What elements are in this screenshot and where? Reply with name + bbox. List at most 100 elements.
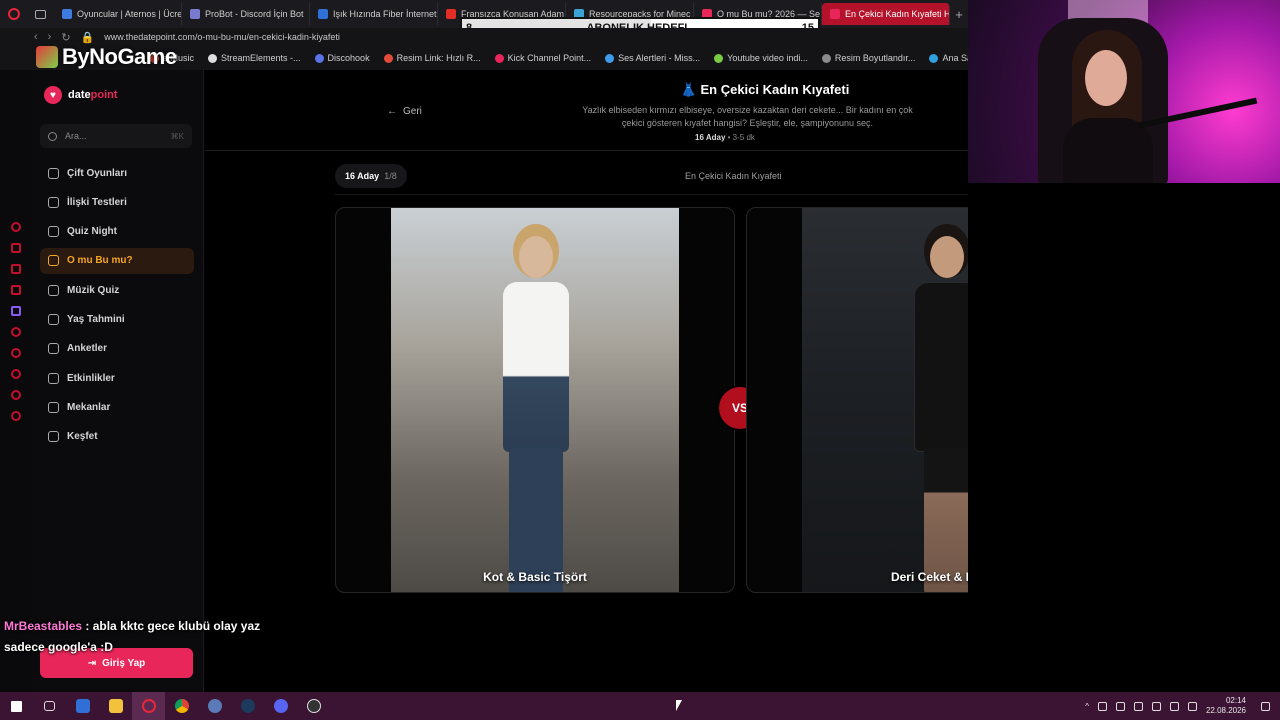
browser-tab[interactable]: ProBot - Discord İçin Bot bbox=[182, 3, 310, 25]
tray-mic-icon[interactable] bbox=[1133, 701, 1143, 711]
tray-volume-icon[interactable] bbox=[1169, 701, 1179, 711]
sidebar-nav-item[interactable]: Keşfet bbox=[40, 424, 194, 450]
browser-tab-label: En Çekici Kadın Kıyafeti Ha bbox=[845, 9, 950, 19]
duration: 3-5 dk bbox=[732, 133, 755, 142]
chat-icon[interactable] bbox=[11, 390, 21, 400]
sidebar-nav-item[interactable]: O mu Bu mu? bbox=[40, 247, 194, 274]
meta-separator: • bbox=[727, 133, 731, 142]
tray-usb-icon[interactable] bbox=[1115, 701, 1125, 711]
search-placeholder: Ara... bbox=[65, 131, 87, 141]
bookmark-favicon-icon bbox=[929, 53, 939, 63]
reload-icon[interactable]: ↻ bbox=[61, 31, 70, 44]
option-card-a[interactable]: Kot & Basic Tişört bbox=[335, 207, 735, 593]
bookmark-item[interactable]: Kick Channel Point... bbox=[494, 53, 591, 63]
app-icon-1[interactable] bbox=[66, 692, 99, 720]
bookmark-item[interactable]: Resim Link: Hızlı R... bbox=[383, 53, 481, 63]
discord-icon[interactable] bbox=[264, 692, 297, 720]
bookmark-item[interactable]: Ana Sayfa - Ca bbox=[929, 53, 968, 63]
steam-icon[interactable] bbox=[231, 692, 264, 720]
new-tab-button[interactable]: + bbox=[950, 7, 968, 22]
obs-icon[interactable] bbox=[297, 692, 330, 720]
datepoint-logo[interactable]: ♥ datepoint bbox=[44, 86, 118, 104]
mouse-cursor-icon bbox=[676, 700, 682, 711]
tab-favicon-icon bbox=[830, 9, 840, 19]
round-title: En Çekici Kadın Kıyafeti bbox=[685, 171, 782, 181]
nav-item-icon bbox=[48, 372, 59, 384]
file-explorer-icon[interactable] bbox=[99, 692, 132, 720]
chat-message-line1: : abla kktc gece klubü olay yaz bbox=[85, 619, 261, 633]
sidebar-nav-item[interactable]: Etkinlikler bbox=[40, 365, 194, 391]
clock[interactable]: 02:14 22.08.2026 bbox=[1206, 696, 1246, 716]
nav-item-icon bbox=[48, 431, 59, 443]
player-icon[interactable] bbox=[11, 285, 21, 295]
stream-logo-text: ByNoGame bbox=[62, 44, 177, 69]
opera-icon[interactable] bbox=[0, 0, 27, 28]
bookmark-label: Youtube video indi... bbox=[727, 53, 808, 63]
bookmark-item[interactable]: Resim Boyutlandır... bbox=[821, 53, 915, 63]
tray-language-icon[interactable] bbox=[1187, 701, 1197, 711]
history-icon[interactable] bbox=[11, 222, 21, 232]
webcam-overlay bbox=[968, 0, 1280, 183]
back-button[interactable]: ← Geri bbox=[387, 106, 422, 117]
sidebar-nav-item[interactable]: Yaş Tahmini bbox=[40, 306, 194, 332]
bookmark-item[interactable]: Discohook bbox=[314, 53, 370, 63]
sidebar-nav-item[interactable]: Quiz Night bbox=[40, 219, 194, 245]
bookmark-item[interactable]: Youtube video indi... bbox=[714, 53, 808, 63]
bookmark-favicon-icon bbox=[821, 53, 831, 63]
tab-menu-icon[interactable] bbox=[27, 0, 54, 28]
twitch-icon[interactable] bbox=[11, 306, 21, 316]
messages-icon[interactable] bbox=[11, 264, 21, 274]
tab-favicon-icon bbox=[190, 9, 200, 19]
browser-tab[interactable]: Oyuncular | Aternos | Ücret bbox=[54, 3, 182, 25]
tab-favicon-icon bbox=[318, 9, 328, 19]
sidebar-nav-item[interactable]: Anketler bbox=[40, 336, 194, 362]
url-field[interactable]: www.thedatepoint.com/o-mu-bu-mu/en-cekic… bbox=[104, 32, 340, 42]
back-label: Geri bbox=[403, 106, 422, 117]
app-icon-2[interactable] bbox=[198, 692, 231, 720]
bookmark-label: Ana Sayfa - Ca bbox=[942, 53, 968, 63]
sidebar-nav-item[interactable]: Çift Oyunları bbox=[40, 160, 194, 186]
nav-item-icon bbox=[48, 313, 59, 325]
tray-chevron-icon[interactable]: ^ bbox=[1085, 702, 1089, 711]
option-a-figure bbox=[491, 228, 581, 592]
sidebar-nav-item[interactable]: İlişki Testleri bbox=[40, 189, 194, 215]
nav-item-label: Mekanlar bbox=[67, 401, 111, 413]
nav-item-label: O mu Bu mu? bbox=[67, 255, 133, 267]
login-label: Giriş Yap bbox=[102, 657, 146, 669]
nav-item-icon bbox=[48, 284, 59, 296]
tray-network-icon[interactable] bbox=[1151, 701, 1161, 711]
nav-item-label: Çift Oyunları bbox=[67, 167, 128, 179]
x-icon[interactable] bbox=[11, 327, 21, 337]
browser-tab[interactable]: Işık Hızında Fiber İnternet bbox=[310, 3, 438, 25]
add-icon[interactable] bbox=[11, 348, 21, 358]
opera-taskbar-icon[interactable] bbox=[132, 692, 165, 720]
sidebar-nav-item[interactable]: Mekanlar bbox=[40, 394, 194, 420]
bag-icon[interactable] bbox=[11, 243, 21, 253]
stream-logo: ByNoGame bbox=[36, 44, 177, 70]
nav-item-icon bbox=[48, 167, 59, 179]
bookmark-item[interactable]: StreamElements -... bbox=[208, 53, 301, 63]
forward-arrow-icon[interactable]: › bbox=[48, 31, 52, 43]
browser-tab-label: Oyuncular | Aternos | Ücret bbox=[77, 9, 182, 19]
search-input[interactable]: Ara... ⌘K bbox=[40, 124, 192, 148]
nav-item-label: Müzik Quiz bbox=[67, 284, 120, 296]
sidebar-nav-item[interactable]: Müzik Quiz bbox=[40, 277, 194, 303]
option-a-photo bbox=[391, 208, 679, 592]
task-view-icon[interactable] bbox=[33, 692, 66, 720]
candidate-count: 16 Aday bbox=[695, 133, 726, 142]
back-arrow-icon[interactable]: ‹ bbox=[34, 31, 38, 43]
settings-icon[interactable] bbox=[11, 411, 21, 421]
bookmark-item[interactable]: Ses Alertleri - Miss... bbox=[605, 53, 700, 63]
page-description: Yazlık elbiseden kırmızı elbiseye, overs… bbox=[582, 105, 913, 128]
clock-icon[interactable] bbox=[11, 369, 21, 379]
page-title-text: En Çekici Kadın Kıyafeti bbox=[700, 82, 850, 97]
bookmark-label: Discohook bbox=[327, 53, 370, 63]
browser-tab[interactable]: En Çekici Kadın Kıyafeti Ha bbox=[822, 3, 950, 25]
chrome-icon[interactable] bbox=[165, 692, 198, 720]
notifications-icon[interactable] bbox=[1261, 701, 1270, 711]
option-a-caption: Kot & Basic Tişört bbox=[483, 570, 587, 584]
start-button[interactable] bbox=[0, 692, 33, 720]
page-header: ← Geri 👗 En Çekici Kadın Kıyafeti Yazlık… bbox=[205, 70, 968, 151]
tray-app-icon[interactable] bbox=[1097, 701, 1107, 711]
bookmark-label: StreamElements -... bbox=[221, 53, 301, 63]
